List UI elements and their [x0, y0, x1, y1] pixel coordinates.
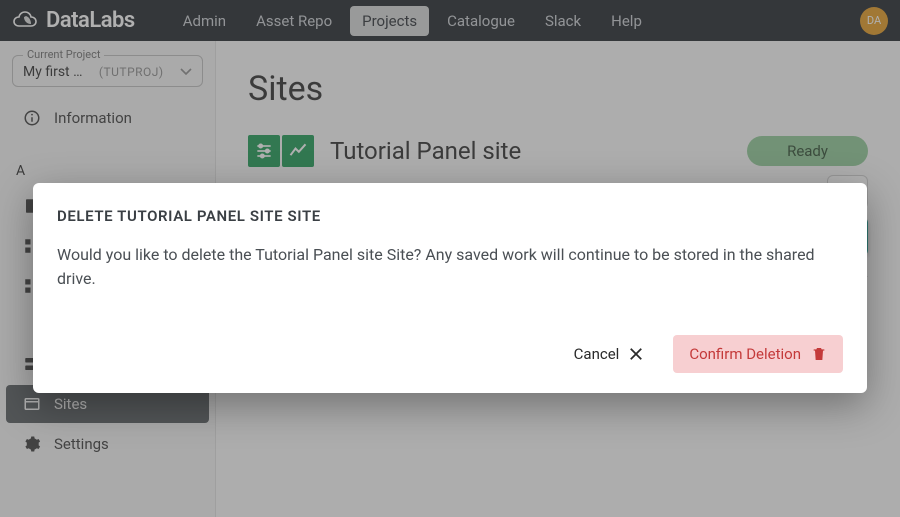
confirm-label: Confirm Deletion	[689, 345, 801, 363]
dialog-actions: Cancel Confirm Deletion	[57, 335, 843, 373]
trash-icon	[811, 345, 827, 363]
dialog-title: DELETE TUTORIAL PANEL SITE SITE	[57, 207, 843, 225]
cancel-button[interactable]: Cancel	[574, 345, 646, 363]
dialog-body: Would you like to delete the Tutorial Pa…	[57, 243, 843, 291]
modal-scrim: DELETE TUTORIAL PANEL SITE SITE Would yo…	[0, 0, 900, 517]
close-icon	[627, 345, 645, 363]
cancel-label: Cancel	[574, 345, 620, 363]
confirm-deletion-button[interactable]: Confirm Deletion	[673, 335, 843, 373]
delete-dialog: DELETE TUTORIAL PANEL SITE SITE Would yo…	[33, 183, 867, 393]
